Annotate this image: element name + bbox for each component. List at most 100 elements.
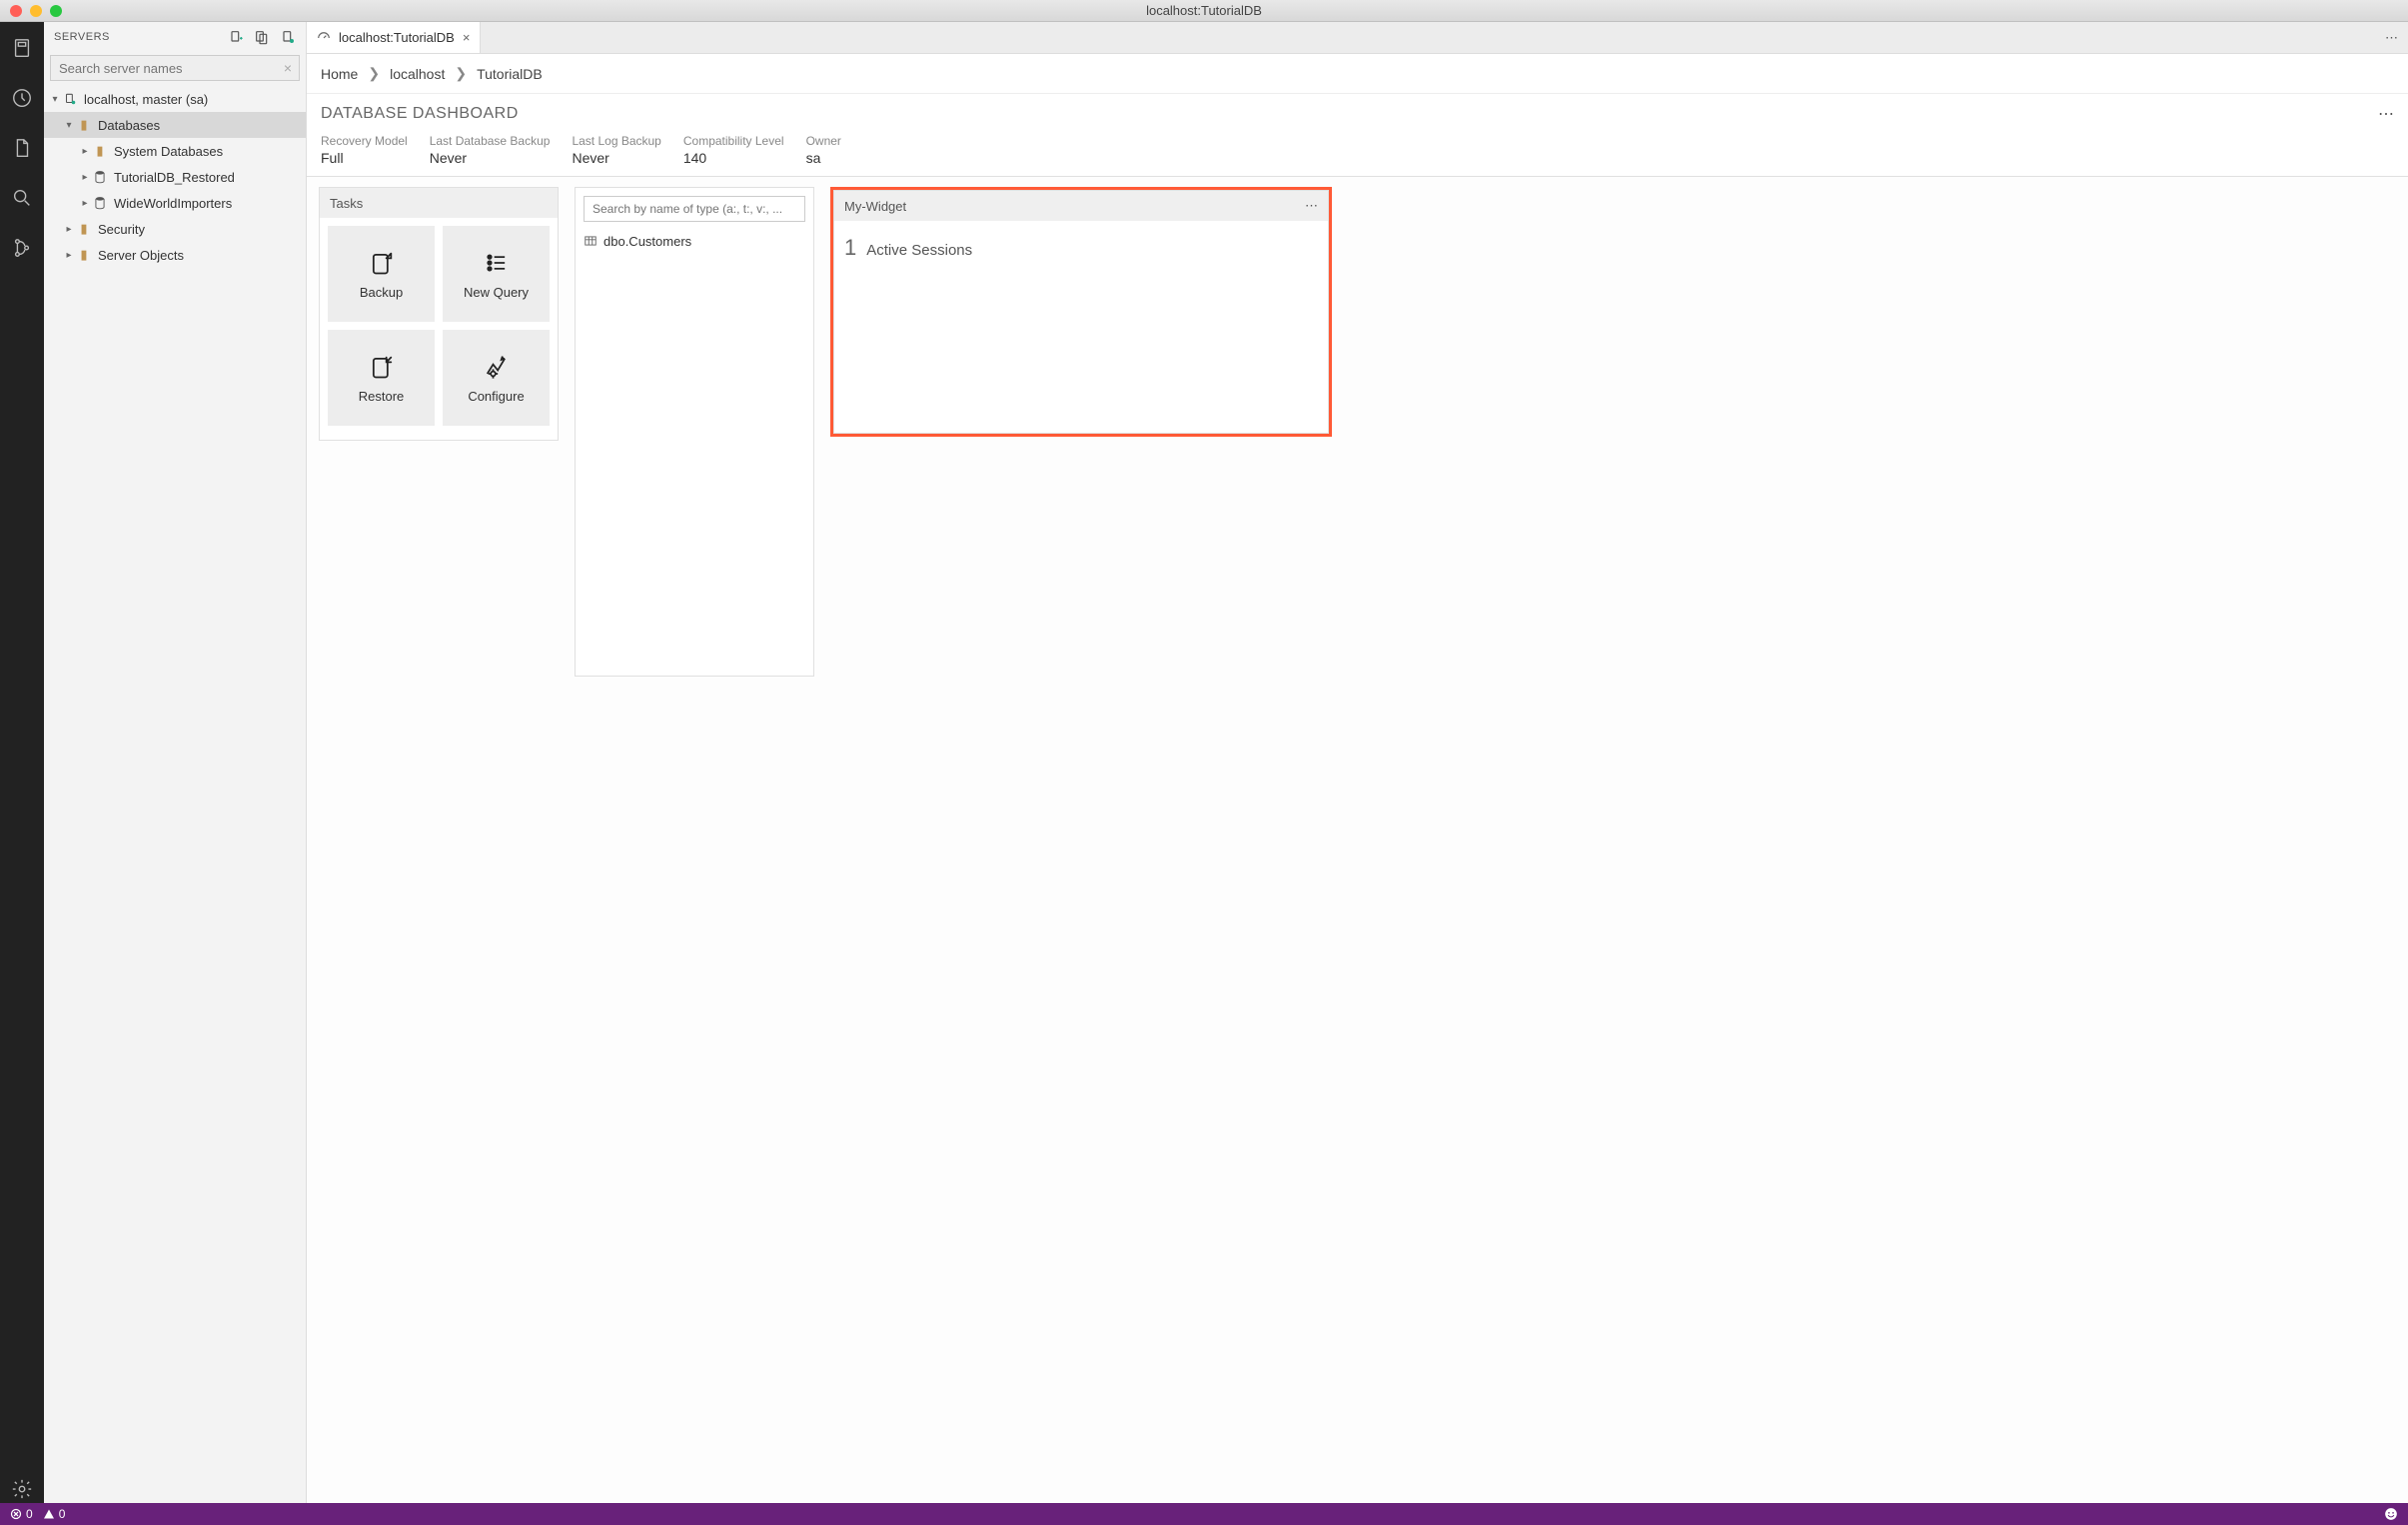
widget-title: Tasks — [330, 196, 363, 211]
database-icon — [92, 169, 108, 185]
window-controls — [10, 5, 62, 17]
source-control-activity-icon[interactable] — [8, 234, 36, 262]
dash-prop: Recovery Model Full — [321, 134, 408, 166]
tree-item-label: Security — [98, 222, 145, 237]
tasks-widget: Tasks Backup New Query Restore — [319, 187, 559, 441]
minimize-window-icon[interactable] — [30, 5, 42, 17]
tree-item-label: TutorialDB_Restored — [114, 170, 235, 185]
widget-title: My-Widget — [844, 199, 906, 214]
task-label: Restore — [359, 389, 405, 404]
dashboard-more-icon[interactable]: ⋯ — [2378, 104, 2394, 124]
dash-prop-value: 140 — [683, 150, 784, 166]
window-titlebar: localhost:TutorialDB — [0, 0, 2408, 22]
dash-prop: Last Log Backup Never — [572, 134, 660, 166]
feedback-icon[interactable] — [2384, 1507, 2398, 1521]
database-node[interactable]: ▸ TutorialDB_Restored — [44, 164, 306, 190]
errors-count: 0 — [26, 1507, 33, 1521]
table-icon — [584, 234, 598, 248]
folder-icon: ▮ — [76, 117, 92, 133]
breadcrumb: Home ❯ localhost ❯ TutorialDB — [307, 54, 2408, 94]
object-row[interactable]: dbo.Customers — [584, 230, 805, 252]
history-activity-icon[interactable] — [8, 84, 36, 112]
server-objects-node[interactable]: ▸ ▮ Server Objects — [44, 242, 306, 268]
servers-sidebar: SERVERS × ▾ localhost, master (sa) — [44, 22, 307, 1503]
dash-prop-value: Full — [321, 150, 408, 166]
chevron-right-icon: ❯ — [368, 65, 380, 82]
databases-node[interactable]: ▾ ▮ Databases — [44, 112, 306, 138]
close-window-icon[interactable] — [10, 5, 22, 17]
new-group-icon[interactable] — [254, 29, 270, 45]
dash-prop-value: Never — [430, 150, 551, 166]
sidebar-title: SERVERS — [54, 31, 228, 43]
security-node[interactable]: ▸ ▮ Security — [44, 216, 306, 242]
zoom-window-icon[interactable] — [50, 5, 62, 17]
dash-prop: Owner sa — [806, 134, 841, 166]
warnings-status[interactable]: 0 — [43, 1507, 66, 1521]
dash-prop: Compatibility Level 140 — [683, 134, 784, 166]
task-label: New Query — [464, 285, 529, 300]
dash-prop: Last Database Backup Never — [430, 134, 551, 166]
tree-item-label: Server Objects — [98, 248, 184, 263]
breadcrumb-home[interactable]: Home — [321, 66, 358, 82]
new-query-task-button[interactable]: New Query — [443, 226, 550, 322]
show-active-connections-icon[interactable] — [280, 29, 296, 45]
dashboard-body: Tasks Backup New Query Restore — [307, 177, 2408, 1503]
dashboard-tab[interactable]: localhost:TutorialDB × — [307, 22, 481, 53]
warnings-count: 0 — [59, 1507, 66, 1521]
object-name: dbo.Customers — [603, 234, 691, 249]
server-label: localhost, master (sa) — [84, 92, 208, 107]
my-widget-highlight: My-Widget ⋯ 1 Active Sessions — [830, 187, 1332, 437]
window-title: localhost:TutorialDB — [1146, 3, 1262, 18]
task-label: Backup — [360, 285, 403, 300]
server-node[interactable]: ▾ localhost, master (sa) — [44, 86, 306, 112]
dashboard-title: DATABASE DASHBOARD — [321, 105, 2378, 123]
servers-activity-icon[interactable] — [8, 34, 36, 62]
object-search-input[interactable] — [584, 196, 805, 222]
sessions-count: 1 — [844, 235, 856, 261]
tree-item-label: System Databases — [114, 144, 223, 159]
chevron-right-icon: ❯ — [455, 65, 467, 82]
restore-task-button[interactable]: Restore — [328, 330, 435, 426]
task-label: Configure — [468, 389, 524, 404]
server-icon — [62, 91, 78, 107]
search-activity-icon[interactable] — [8, 184, 36, 212]
dashboard-header: DATABASE DASHBOARD ⋯ Recovery Model Full… — [307, 94, 2408, 177]
server-tree: ▾ localhost, master (sa) ▾ ▮ Databases ▸… — [44, 84, 306, 268]
dashboard-icon — [317, 31, 331, 45]
activity-bar — [0, 22, 44, 1503]
breadcrumb-server[interactable]: localhost — [390, 66, 445, 82]
breadcrumb-db[interactable]: TutorialDB — [477, 66, 543, 82]
tab-title: localhost:TutorialDB — [339, 30, 455, 45]
folder-icon: ▮ — [92, 143, 108, 159]
tree-item-label: WideWorldImporters — [114, 196, 232, 211]
dash-prop-label: Last Database Backup — [430, 134, 551, 148]
database-node[interactable]: ▸ WideWorldImporters — [44, 190, 306, 216]
objects-widget: dbo.Customers — [575, 187, 814, 677]
database-icon — [92, 195, 108, 211]
editor-area: localhost:TutorialDB × ⋯ Home ❯ localhos… — [307, 22, 2408, 1503]
close-tab-icon[interactable]: × — [463, 30, 471, 45]
my-widget: My-Widget ⋯ 1 Active Sessions — [833, 190, 1329, 434]
new-connection-icon[interactable] — [228, 29, 244, 45]
dash-prop-label: Owner — [806, 134, 841, 148]
server-search-input[interactable] — [50, 55, 300, 81]
settings-gear-icon[interactable] — [8, 1475, 36, 1503]
widget-more-icon[interactable]: ⋯ — [1305, 198, 1318, 214]
file-activity-icon[interactable] — [8, 134, 36, 162]
status-bar: 0 0 — [0, 1503, 2408, 1525]
system-databases-node[interactable]: ▸ ▮ System Databases — [44, 138, 306, 164]
sessions-label: Active Sessions — [866, 242, 972, 259]
tab-bar-more-icon[interactable]: ⋯ — [2375, 22, 2408, 53]
clear-search-icon[interactable]: × — [284, 60, 292, 76]
folder-icon: ▮ — [76, 247, 92, 263]
dash-prop-label: Compatibility Level — [683, 134, 784, 148]
errors-status[interactable]: 0 — [10, 1507, 33, 1521]
tab-bar: localhost:TutorialDB × ⋯ — [307, 22, 2408, 54]
backup-task-button[interactable]: Backup — [328, 226, 435, 322]
dash-prop-value: sa — [806, 150, 841, 166]
databases-label: Databases — [98, 118, 160, 133]
dash-prop-value: Never — [572, 150, 660, 166]
dash-prop-label: Recovery Model — [321, 134, 408, 148]
dash-prop-label: Last Log Backup — [572, 134, 660, 148]
configure-task-button[interactable]: Configure — [443, 330, 550, 426]
